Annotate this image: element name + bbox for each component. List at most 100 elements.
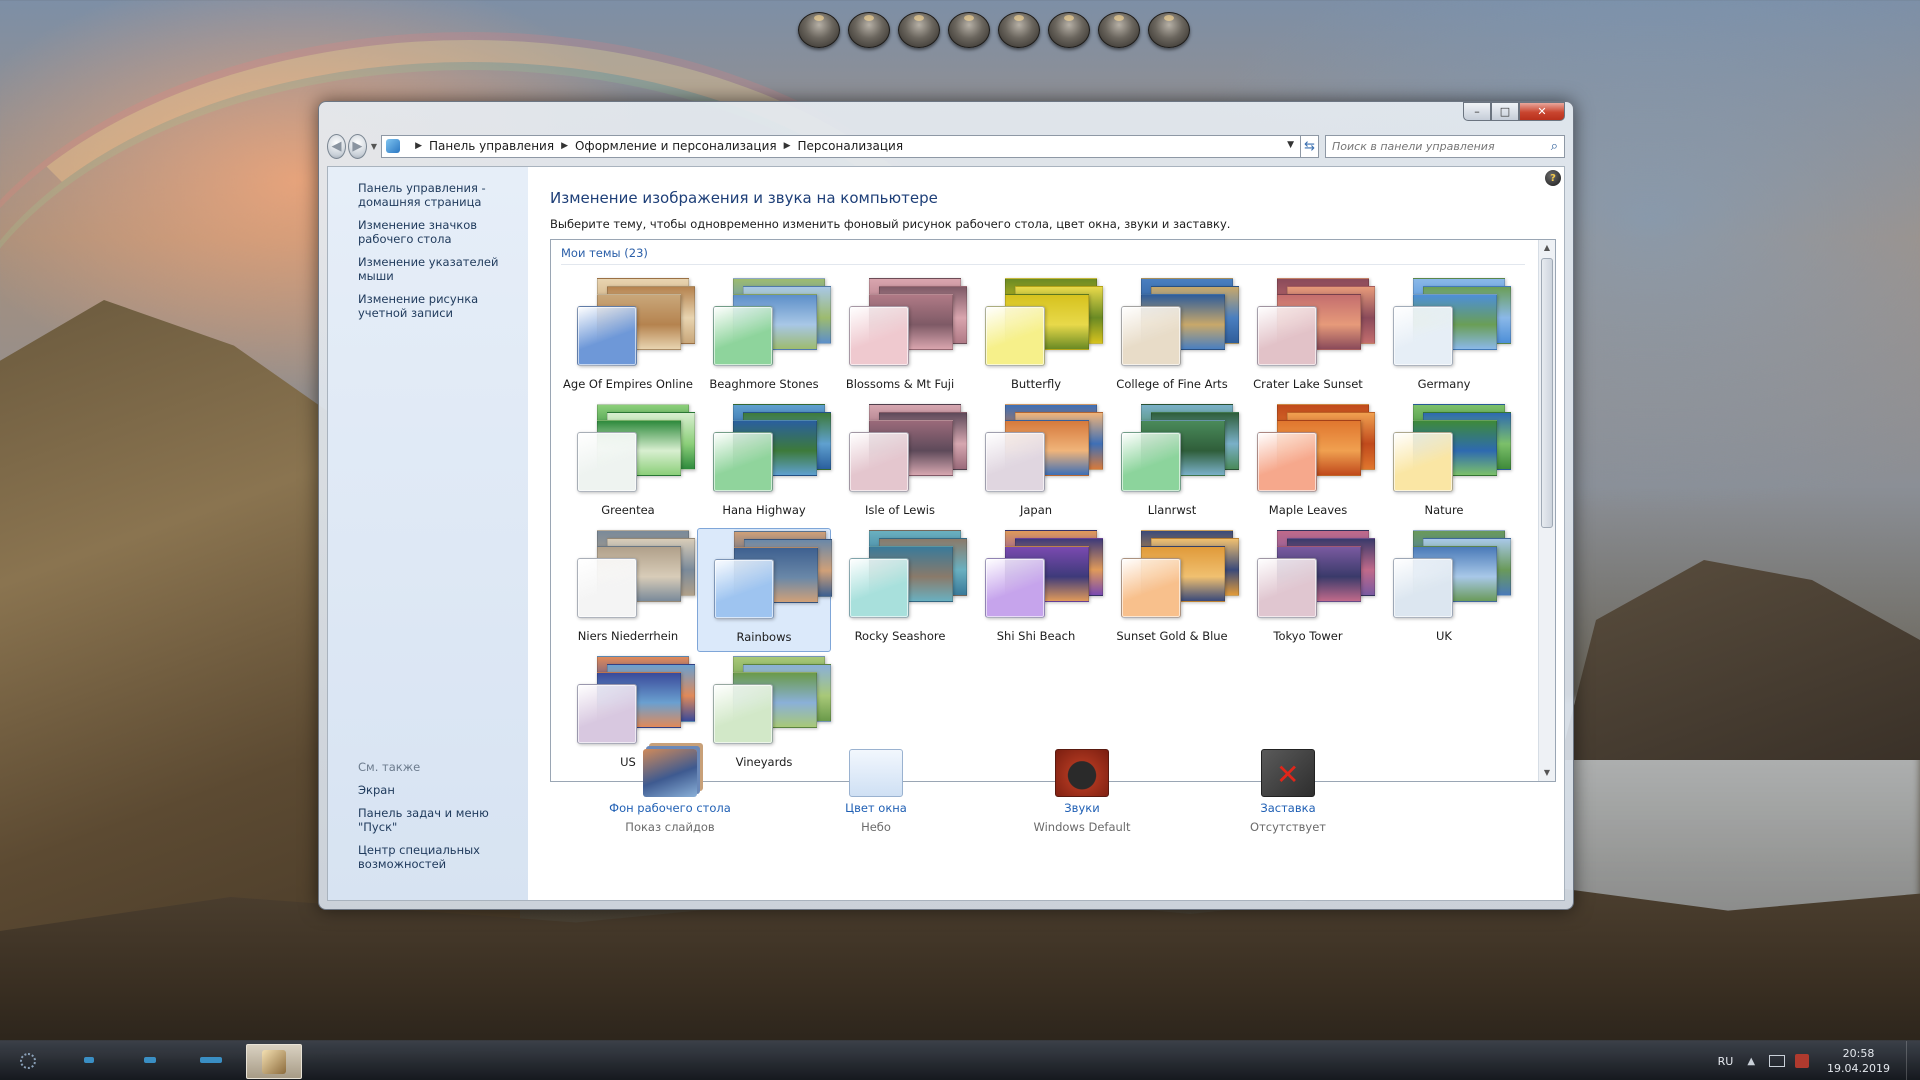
setting-value: Небо [861, 820, 891, 834]
theme-tile[interactable]: Niers Niederrhein [561, 528, 695, 652]
sidebar-link-account-picture[interactable]: Изменение рисунка учетной записи [358, 292, 528, 320]
taskbar-pinned-item[interactable] [84, 1057, 94, 1063]
setting-label[interactable]: Звуки [992, 801, 1172, 815]
sidebar-link-mouse-pointers[interactable]: Изменение указателей мыши [358, 255, 528, 283]
theme-tile[interactable]: Tokyo Tower [1241, 528, 1375, 652]
setting-screensaver[interactable]: ✕ Заставка Отсутствует [1198, 749, 1378, 834]
setting-sounds[interactable]: Звуки Windows Default [992, 749, 1172, 834]
search-box: ⌕ [1325, 134, 1566, 158]
start-button[interactable] [20, 1053, 36, 1069]
setting-desktop-background[interactable]: Фон рабочего стола Показ слайдов [580, 749, 760, 834]
theme-tile[interactable]: Germany [1377, 276, 1511, 400]
wallpaper-rock [1560, 560, 1920, 760]
window-color-icon[interactable] [849, 749, 903, 797]
taskbar-pinned-item[interactable] [144, 1057, 156, 1063]
forward-arrow-icon: ▶ [352, 138, 363, 154]
theme-tile[interactable]: College of Fine Arts [1105, 276, 1239, 400]
scroll-thumb[interactable] [1541, 258, 1553, 528]
theme-tile[interactable]: Greentea [561, 402, 695, 526]
see-also-display[interactable]: Экран [358, 783, 528, 797]
network-icon[interactable] [1769, 1055, 1786, 1067]
clock-date: 19.04.2019 [1827, 1062, 1890, 1075]
setting-label[interactable]: Заставка [1198, 801, 1378, 815]
taskbar-app-personalization[interactable] [246, 1044, 302, 1079]
theme-tile[interactable]: Llanrwst [1105, 402, 1239, 526]
setting-label[interactable]: Фон рабочего стола [580, 801, 760, 815]
search-input[interactable] [1332, 139, 1533, 153]
language-indicator[interactable]: RU [1718, 1055, 1734, 1068]
taskbar-pinned-item[interactable] [200, 1057, 222, 1063]
back-button[interactable]: ◀ [327, 133, 346, 159]
theme-color-swatch [577, 306, 637, 366]
theme-tile[interactable]: Crater Lake Sunset [1241, 276, 1375, 400]
dock-button[interactable] [1098, 12, 1140, 48]
back-arrow-icon: ◀ [331, 138, 342, 154]
my-themes-group-header[interactable]: Мои темы (23) [561, 246, 1525, 265]
breadcrumb-separator-icon[interactable]: ▶ [561, 141, 568, 151]
theme-tile[interactable]: Rainbows [697, 528, 832, 652]
dock-button[interactable] [998, 12, 1040, 48]
address-dropdown-icon[interactable]: ▼ [1287, 140, 1294, 150]
recent-pages-dropdown-icon[interactable]: ▼ [371, 142, 377, 151]
theme-color-swatch [577, 558, 637, 618]
see-also-accessibility[interactable]: Центр специальных возможностей [358, 843, 528, 871]
maximize-button[interactable]: □ [1491, 102, 1519, 121]
setting-label[interactable]: Цвет окна [786, 801, 966, 815]
theme-tile[interactable]: Nature [1377, 402, 1511, 526]
theme-tile[interactable]: UK [1377, 528, 1511, 652]
page-title: Изменение изображения и звука на компьют… [550, 189, 938, 207]
help-icon[interactable]: ? [1545, 170, 1561, 186]
theme-name: Hana Highway [722, 503, 806, 517]
show-hidden-icons-icon[interactable]: ▲ [1747, 1056, 1755, 1067]
dock-button[interactable] [1148, 12, 1190, 48]
breadcrumb-appearance[interactable]: Оформление и персонализация [575, 139, 777, 153]
theme-thumbnail [1121, 404, 1241, 500]
theme-thumbnail [1393, 530, 1513, 626]
theme-tile[interactable]: Japan [969, 402, 1103, 526]
screensaver-icon[interactable]: ✕ [1261, 749, 1315, 797]
sidebar-link-desktop-icons[interactable]: Изменение значков рабочего стола [358, 218, 528, 246]
top-dock [798, 12, 1190, 48]
setting-window-color[interactable]: Цвет окна Небо [786, 749, 966, 834]
theme-name: Rocky Seashore [854, 629, 946, 643]
search-icon[interactable]: ⌕ [1551, 139, 1558, 154]
close-button[interactable]: ✕ [1519, 102, 1565, 121]
breadcrumb-separator-icon[interactable]: ▶ [784, 141, 791, 151]
setting-value: Отсутствует [1250, 820, 1326, 834]
minimize-button[interactable]: – [1463, 102, 1491, 121]
sidebar-link-home[interactable]: Панель управления - домашняя страница [358, 181, 528, 209]
dock-button[interactable] [898, 12, 940, 48]
clock[interactable]: 20:58 19.04.2019 [1827, 1046, 1890, 1076]
tray-app-icon[interactable] [1795, 1054, 1810, 1068]
desktop-background-icon[interactable] [643, 749, 697, 797]
breadcrumb-separator-icon[interactable]: ▶ [415, 141, 422, 151]
dock-button[interactable] [798, 12, 840, 48]
theme-scrollbar[interactable]: ▲ ▼ [1538, 240, 1555, 781]
theme-tile[interactable]: Sunset Gold & Blue [1105, 528, 1239, 652]
dock-button[interactable] [1048, 12, 1090, 48]
theme-tile[interactable]: Age Of Empires Online [561, 276, 695, 400]
theme-tile[interactable]: Hana Highway [697, 402, 831, 526]
theme-tile[interactable]: Blossoms & Mt Fuji [833, 276, 967, 400]
dock-button[interactable] [948, 12, 990, 48]
theme-tile[interactable]: Rocky Seashore [833, 528, 967, 652]
theme-tile[interactable]: Isle of Lewis [833, 402, 967, 526]
theme-tile[interactable]: Shi Shi Beach [969, 528, 1103, 652]
refresh-button[interactable]: ⇆ [1301, 134, 1320, 158]
theme-settings-row: Фон рабочего стола Показ слайдов Цвет окна… [550, 749, 1560, 849]
theme-tile[interactable]: Maple Leaves [1241, 402, 1375, 526]
see-also-taskbar[interactable]: Панель задач и меню "Пуск" [358, 806, 528, 834]
theme-tile[interactable]: Beaghmore Stones [697, 276, 831, 400]
breadcrumb-personalization[interactable]: Персонализация [798, 139, 904, 153]
breadcrumb-control-panel[interactable]: Панель управления [429, 139, 554, 153]
show-desktop-button[interactable] [1906, 1041, 1920, 1080]
forward-button[interactable]: ▶ [347, 133, 367, 159]
theme-color-swatch [985, 432, 1045, 492]
address-bar[interactable]: ▶ Панель управления ▶ Оформление и персо… [381, 134, 1302, 158]
theme-color-swatch [577, 432, 637, 492]
dock-button[interactable] [848, 12, 890, 48]
scroll-up-icon[interactable]: ▲ [1539, 240, 1555, 256]
theme-tile[interactable]: Butterfly [969, 276, 1103, 400]
theme-thumbnail [1121, 530, 1241, 626]
sounds-icon[interactable] [1055, 749, 1109, 797]
